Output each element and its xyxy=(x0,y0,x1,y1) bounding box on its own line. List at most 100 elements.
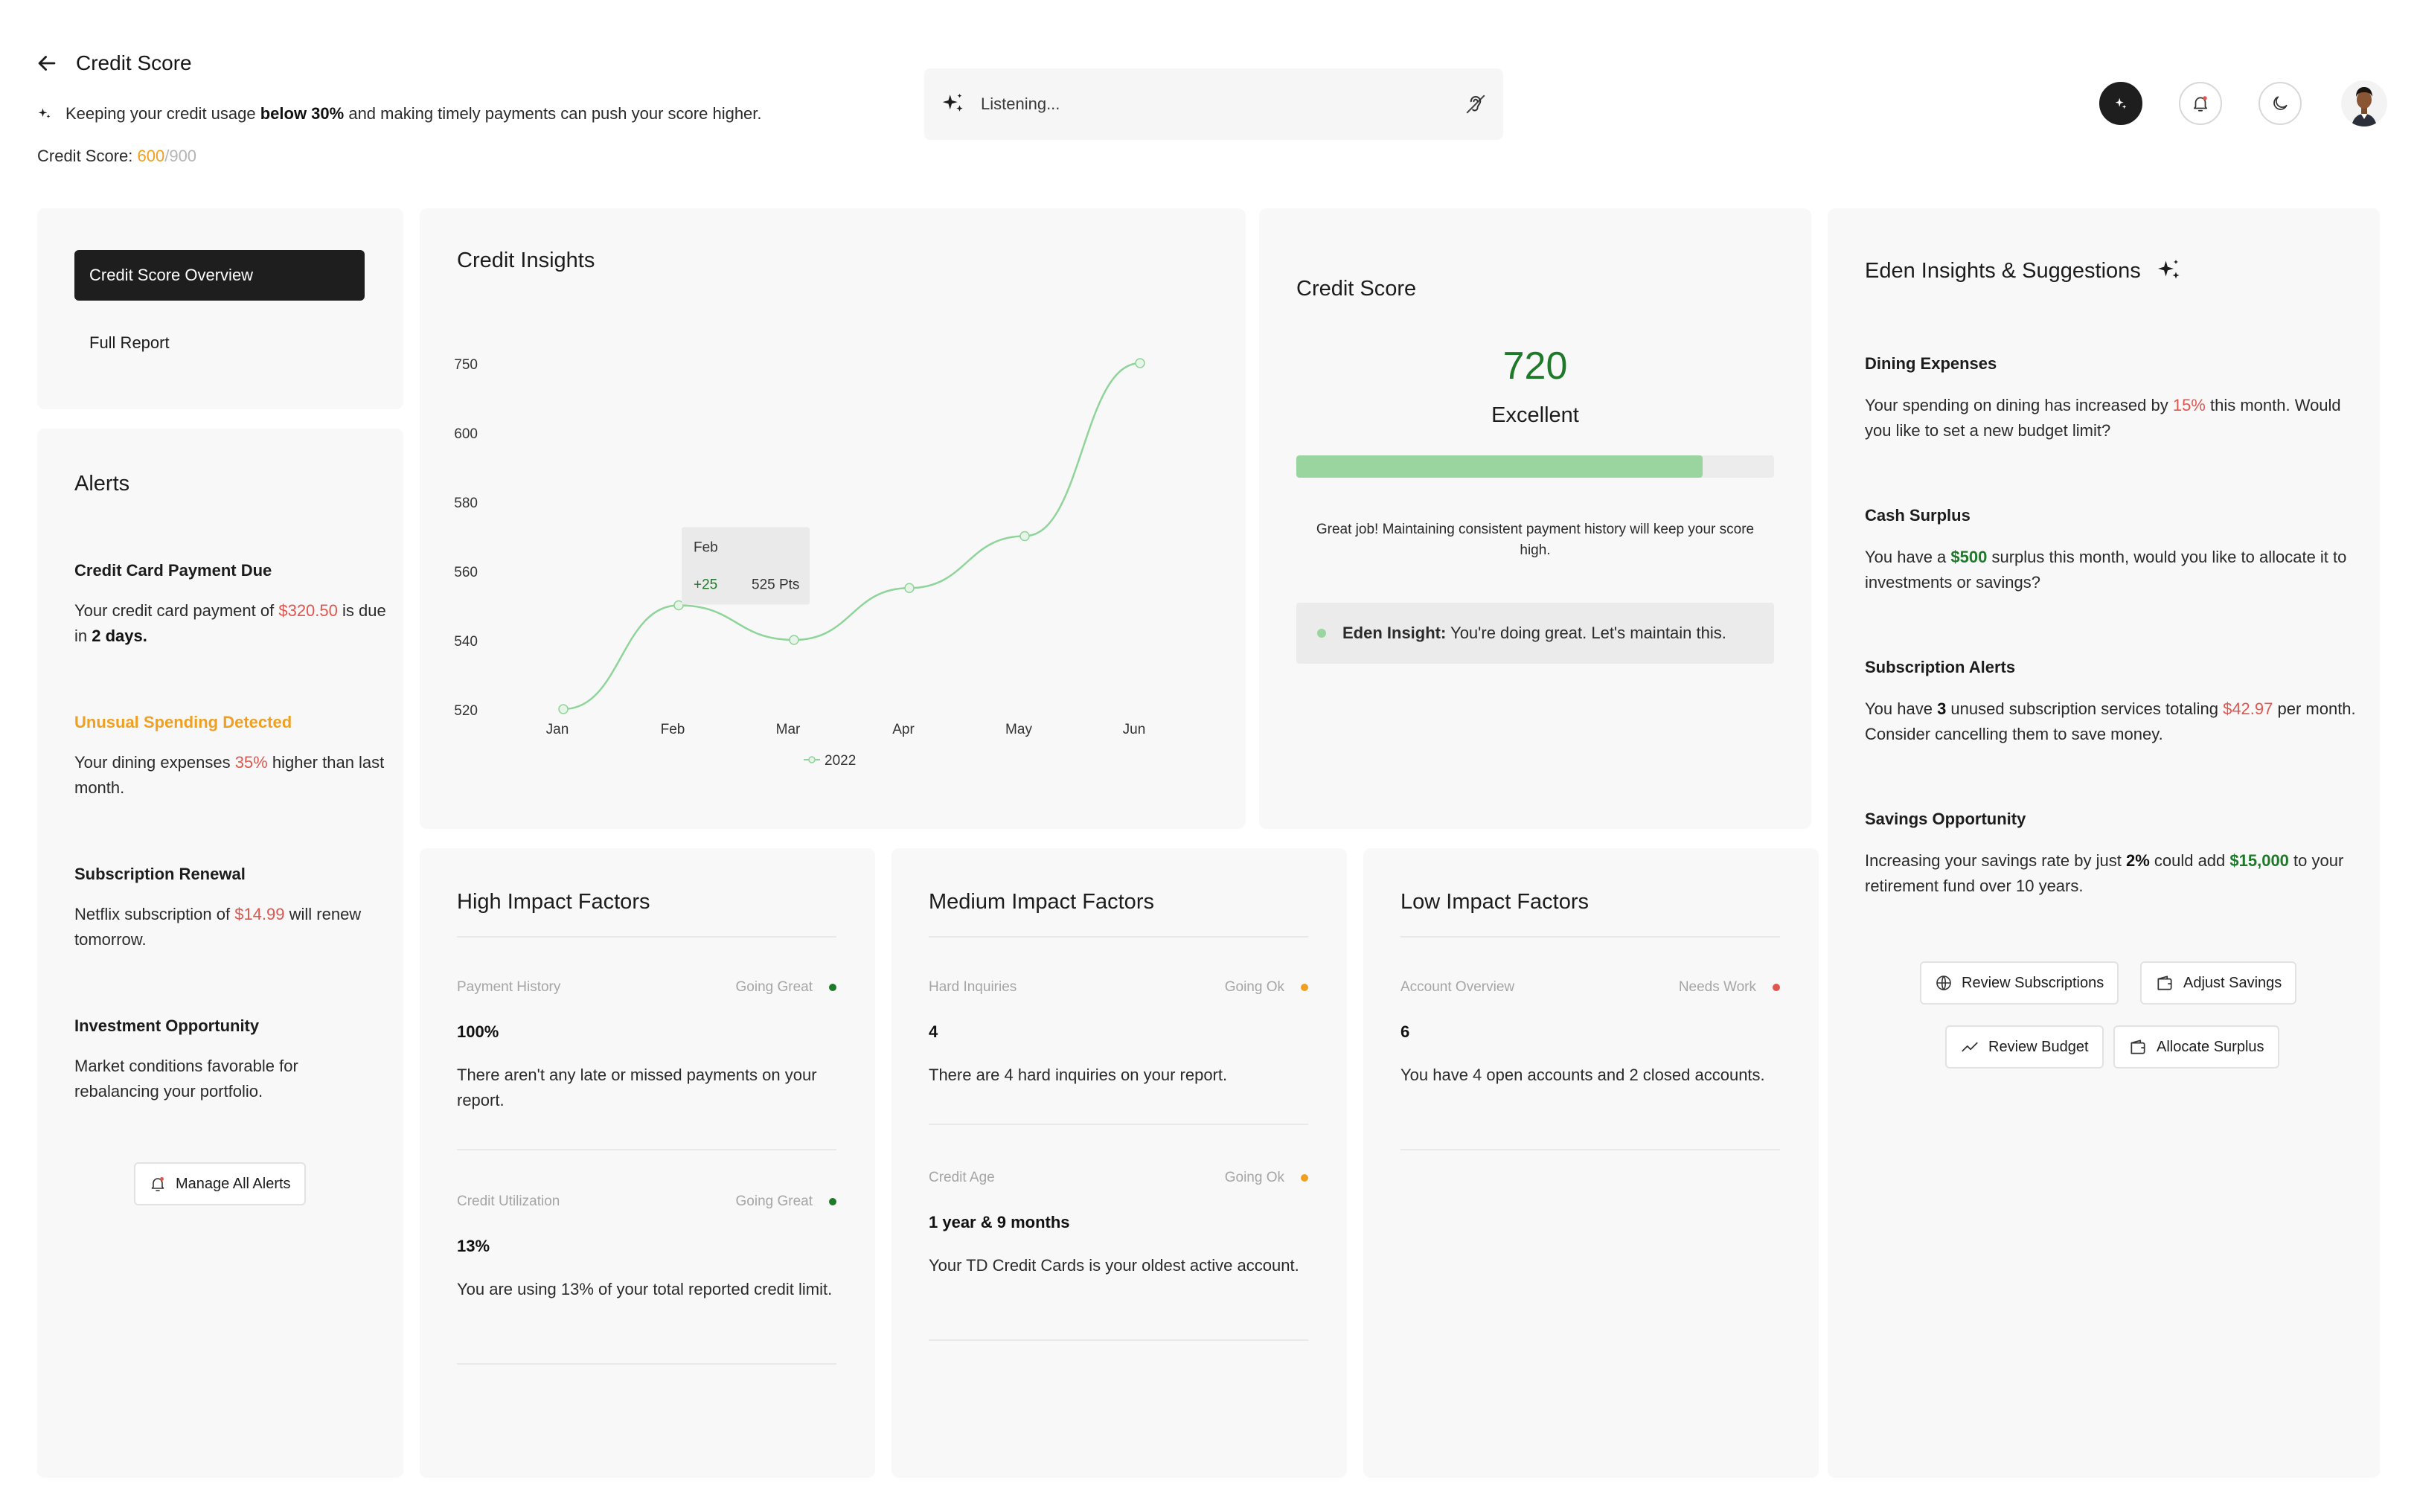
alert-body: Netflix subscription of $14.99 will rene… xyxy=(74,905,362,949)
x-tick-label: Mar xyxy=(776,722,801,737)
divider xyxy=(929,936,1308,938)
series-line-2022 xyxy=(563,362,1141,711)
insight-body: Increasing your savings rate by just 2% … xyxy=(1865,851,2344,895)
wallet-icon xyxy=(2155,973,2174,993)
factor-status: Going Great xyxy=(735,1194,813,1209)
factor-name: Credit Utilization xyxy=(457,1194,560,1209)
bell-icon xyxy=(2191,94,2210,113)
divider xyxy=(929,1339,1308,1341)
status-dot xyxy=(1301,984,1308,991)
adjust-savings-button[interactable]: Adjust Savings xyxy=(2140,961,2297,1005)
allocate-surplus-label: Allocate Surplus xyxy=(2157,1038,2264,1055)
hearing-icon[interactable] xyxy=(1464,93,1487,115)
insight-item: Dining Expenses Your spending on dining … xyxy=(1865,354,2356,443)
tip-bold: below 30% xyxy=(260,104,345,123)
eden-insights-card: Eden Insights & Suggestions Dining Expen… xyxy=(1828,208,2380,1478)
y-tick-label: 520 xyxy=(454,703,478,719)
factor-item: Hard Inquiries Going Ok 4 There are 4 har… xyxy=(929,979,1308,1088)
score-max: /900 xyxy=(164,147,197,165)
factor-desc: You have 4 open accounts and 2 closed ac… xyxy=(1400,1066,1765,1084)
insight-text: You're doing great. Let's maintain this. xyxy=(1446,624,1726,642)
insight-heading: Cash Surplus xyxy=(1865,506,1971,525)
alerts-card: Alerts Credit Card Payment Due Your cred… xyxy=(37,429,403,1478)
globe-icon xyxy=(1935,974,1953,992)
x-tick-label: Jun xyxy=(1123,722,1146,737)
low-impact-title: Low Impact Factors xyxy=(1400,890,1590,914)
factor-status: Going Ok xyxy=(1224,979,1284,995)
adjust-savings-label: Adjust Savings xyxy=(2183,974,2282,991)
factor-value: 1 year & 9 months xyxy=(929,1213,1070,1231)
alert-item: Unusual Spending Detected Your dining ex… xyxy=(74,713,387,801)
insight-item: Subscription Alerts You have 3 unused su… xyxy=(1865,658,2356,747)
alert-body: Market conditions favorable for rebalanc… xyxy=(74,1057,298,1101)
review-budget-button[interactable]: Review Budget xyxy=(1945,1025,2104,1069)
sparkle-icon xyxy=(2156,257,2183,284)
nav-full-report[interactable]: Full Report xyxy=(89,333,170,353)
insight-body: You have 3 unused subscription services … xyxy=(1865,699,2356,743)
factor-item: Payment History Going Great 100% There ar… xyxy=(457,979,836,1113)
tooltip-change: +25 xyxy=(694,577,717,593)
tooltip-month: Feb xyxy=(694,540,718,556)
review-subscriptions-button[interactable]: Review Subscriptions xyxy=(1920,961,2119,1005)
sparkle-icon xyxy=(941,92,966,117)
review-subscriptions-label: Review Subscriptions xyxy=(1962,974,2104,991)
alert-body: Your credit card payment of $320.50 is d… xyxy=(74,601,386,645)
score-progress-fill xyxy=(1296,455,1703,478)
data-point xyxy=(1135,358,1145,368)
alert-item: Credit Card Payment Due Your credit card… xyxy=(74,561,387,649)
divider xyxy=(1400,936,1780,938)
credit-line-chart: 750 600 580 560 540 520 Jan Feb Mar Apr May Jun Feb +… xyxy=(454,357,1146,769)
voice-assistant-bar[interactable]: Listening... xyxy=(924,68,1503,140)
alert-item: Investment Opportunity Market conditions… xyxy=(74,1016,387,1104)
trend-icon xyxy=(1960,1037,1979,1057)
back-arrow-icon[interactable] xyxy=(34,51,60,76)
high-impact-title: High Impact Factors xyxy=(457,890,650,914)
credit-tip: Keeping your credit usage below 30% and … xyxy=(37,104,762,124)
insight-label: Eden Insight: xyxy=(1342,624,1447,642)
nav-card: Credit Score Overview Full Report xyxy=(37,208,403,409)
factor-desc: You are using 13% of your total reported… xyxy=(457,1280,833,1298)
x-tick-label: Feb xyxy=(661,722,685,737)
eden-insight-box: Eden Insight: You're doing great. Let's … xyxy=(1296,603,1774,664)
factor-status: Going Ok xyxy=(1224,1170,1284,1185)
insight-heading: Subscription Alerts xyxy=(1865,658,2016,676)
insight-item: Savings Opportunity Increasing your savi… xyxy=(1865,810,2356,899)
moon-icon xyxy=(2270,94,2290,113)
medium-impact-title: Medium Impact Factors xyxy=(929,890,1154,914)
manage-alerts-label: Manage All Alerts xyxy=(176,1175,291,1192)
y-tick-label: 580 xyxy=(454,496,478,511)
factor-value: 100% xyxy=(457,1022,499,1041)
score-progress-bar xyxy=(1296,455,1774,478)
score-label: Credit Score: xyxy=(37,147,138,165)
bell-icon xyxy=(149,1175,167,1193)
y-tick-label: 560 xyxy=(454,565,478,580)
dark-mode-toggle[interactable] xyxy=(2258,82,2302,125)
y-tick-label: 540 xyxy=(454,634,478,650)
review-budget-label: Review Budget xyxy=(1988,1038,2089,1055)
credit-score-rating: Excellent xyxy=(1491,403,1579,427)
alert-heading: Unusual Spending Detected xyxy=(74,713,292,731)
factor-status: Needs Work xyxy=(1678,979,1756,995)
data-point xyxy=(904,583,915,593)
manage-alerts-button[interactable]: Manage All Alerts xyxy=(134,1162,306,1205)
header-score: Credit Score: 600/900 xyxy=(37,147,196,166)
divider xyxy=(1400,1149,1780,1150)
status-dot xyxy=(829,1198,836,1205)
tip-prefix: Keeping your credit usage xyxy=(65,104,260,123)
factor-value: 4 xyxy=(929,1022,938,1041)
user-avatar[interactable] xyxy=(2341,80,2387,126)
ai-assistant-button[interactable] xyxy=(2099,82,2142,125)
data-point xyxy=(789,635,799,645)
sparkle-icon xyxy=(2113,95,2129,112)
alert-heading: Subscription Renewal xyxy=(74,865,246,883)
factor-item: Credit Age Going Ok 1 year & 9 months You… xyxy=(929,1170,1308,1278)
allocate-surplus-button[interactable]: Allocate Surplus xyxy=(2113,1025,2279,1069)
insight-heading: Savings Opportunity xyxy=(1865,810,2026,828)
alert-heading: Credit Card Payment Due xyxy=(74,561,272,580)
nav-credit-score-overview[interactable]: Credit Score Overview xyxy=(74,250,365,301)
notifications-button[interactable] xyxy=(2179,82,2222,125)
factor-name: Account Overview xyxy=(1400,979,1515,995)
factor-value: 6 xyxy=(1400,1022,1410,1041)
insight-dot xyxy=(1317,629,1326,638)
factor-desc: There are 4 hard inquiries on your repor… xyxy=(929,1066,1228,1084)
